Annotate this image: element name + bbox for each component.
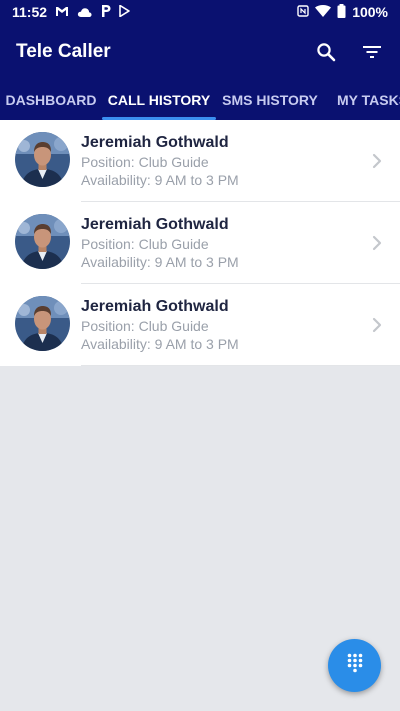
contact-name: Jeremiah Gothwald (81, 216, 229, 233)
contact-availability: Availability: 9 AM to 3 PM (81, 254, 239, 270)
app-title: Tele Caller (16, 41, 111, 62)
call-history-list: Jeremiah Gothwald Position: Club Guide A… (0, 120, 400, 366)
dialpad-button[interactable] (328, 639, 381, 692)
cloud-icon (77, 4, 92, 20)
filter-icon[interactable] (360, 40, 384, 64)
contact-name: Jeremiah Gothwald (81, 134, 229, 151)
contact-name: Jeremiah Gothwald (81, 298, 229, 315)
tab-dashboard[interactable]: DASHBOARD (0, 80, 102, 120)
status-bar: 11:52 100% (0, 0, 400, 24)
p-icon (100, 4, 111, 20)
contact-position: Position: Club Guide (81, 236, 209, 252)
tab-my-tasks[interactable]: MY TASKS (324, 80, 400, 120)
app-actions (314, 40, 384, 64)
tab-bar: DASHBOARD CALL HISTORY SMS HISTORY MY TA… (0, 80, 400, 120)
app-bar: Tele Caller (0, 24, 400, 80)
gmail-icon (55, 4, 69, 20)
list-item[interactable]: Jeremiah Gothwald Position: Club Guide A… (0, 120, 400, 202)
status-right: 100% (297, 3, 388, 21)
contact-position: Position: Club Guide (81, 154, 209, 170)
avatar (15, 132, 70, 187)
contact-availability: Availability: 9 AM to 3 PM (81, 336, 239, 352)
dialpad-icon (347, 653, 363, 678)
status-time: 11:52 (12, 4, 48, 20)
avatar (15, 296, 70, 351)
tab-sms-history[interactable]: SMS HISTORY (216, 80, 324, 120)
search-icon[interactable] (314, 40, 338, 64)
contact-availability: Availability: 9 AM to 3 PM (81, 172, 239, 188)
chevron-right-icon (372, 235, 382, 256)
contact-info: Jeremiah Gothwald Position: Club Guide A… (81, 215, 239, 271)
status-left: 11:52 (12, 4, 130, 20)
contact-info: Jeremiah Gothwald Position: Club Guide A… (81, 297, 239, 353)
battery-level: 100% (352, 4, 388, 20)
divider (81, 365, 400, 366)
list-item[interactable]: Jeremiah Gothwald Position: Club Guide A… (0, 284, 400, 366)
battery-icon (337, 3, 346, 21)
contact-info: Jeremiah Gothwald Position: Club Guide A… (81, 133, 239, 189)
wifi-icon (315, 4, 332, 20)
contact-position: Position: Club Guide (81, 318, 209, 334)
avatar (15, 214, 70, 269)
chevron-right-icon (372, 317, 382, 338)
tab-call-history[interactable]: CALL HISTORY (102, 80, 216, 120)
list-item[interactable]: Jeremiah Gothwald Position: Club Guide A… (0, 202, 400, 284)
chevron-right-icon (372, 153, 382, 174)
play-store-icon (119, 4, 130, 20)
nfc-icon (297, 4, 309, 20)
